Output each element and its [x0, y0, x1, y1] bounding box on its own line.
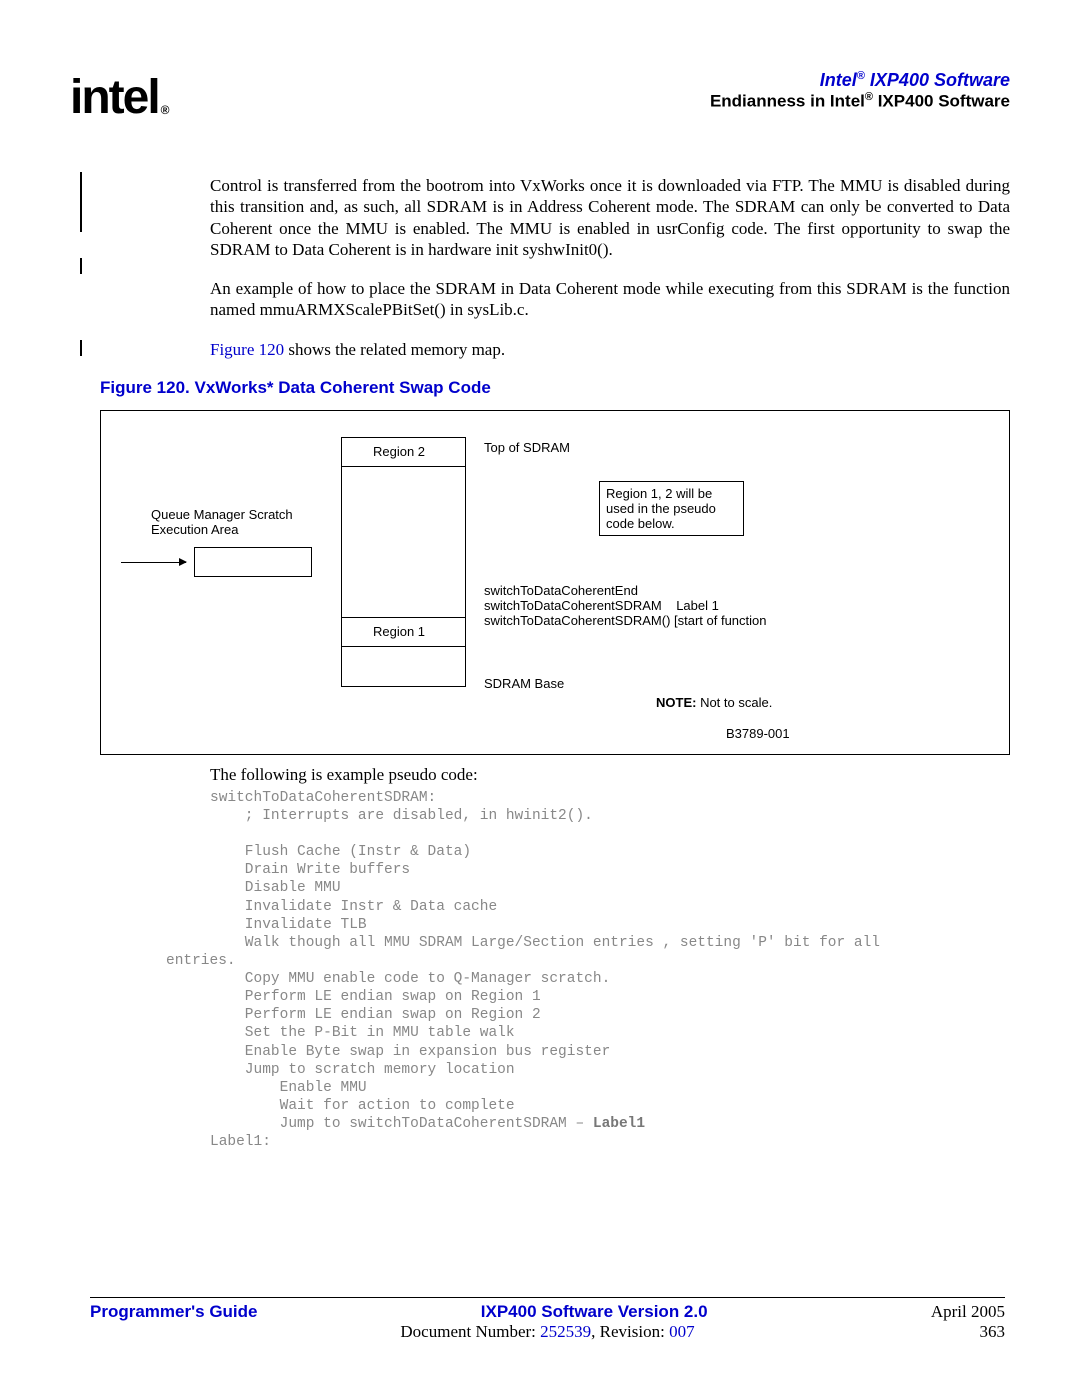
- scratch-box: [194, 547, 312, 577]
- footer-version-label: IXP400 Software Version 2.0: [481, 1302, 708, 1322]
- note-box: Region 1, 2 will be used in the pseudo c…: [599, 481, 744, 536]
- header-title: Intel® IXP400 Software: [710, 70, 1010, 91]
- pseudo-code-intro: The following is example pseudo code:: [210, 765, 1010, 785]
- change-bar: [80, 340, 82, 356]
- header-subtitle: Endianness in Intel® IXP400 Software: [710, 91, 1010, 112]
- figure-diagram: Region 2 Region 1 Queue Manager Scratch …: [100, 410, 1010, 755]
- footer-date: April 2005: [931, 1302, 1005, 1322]
- footer-row-2: Document Number: 252539, Revision: 007 3…: [90, 1322, 1005, 1342]
- diagram-id: B3789-001: [726, 726, 790, 741]
- switch-sdram-label: switchToDataCoherentSDRAM Label 1: [484, 598, 719, 613]
- top-sdram-label: Top of SDRAM: [484, 440, 570, 455]
- region1-label: Region 1: [373, 624, 425, 639]
- logo-reg: ®: [161, 103, 168, 117]
- figure-reference: Figure 120: [210, 340, 284, 359]
- paragraph-3: Figure 120 shows the related memory map.: [210, 339, 1010, 360]
- sdram-base-label: SDRAM Base: [484, 676, 564, 691]
- page-footer: Programmer's Guide IXP400 Software Versi…: [90, 1297, 1005, 1342]
- pseudo-code-block: switchToDataCoherentSDRAM: ; Interrupts …: [210, 789, 1010, 1152]
- arrow-icon: [121, 562, 186, 563]
- footer-guide-label: Programmer's Guide: [90, 1302, 258, 1322]
- switch-end-label: switchToDataCoherentEnd: [484, 583, 638, 598]
- page-number: 363: [980, 1322, 1006, 1342]
- logo-text: intel: [70, 71, 159, 124]
- change-bar: [80, 172, 82, 232]
- paragraph-1: Control is transferred from the bootrom …: [210, 175, 1010, 260]
- footer-row-1: Programmer's Guide IXP400 Software Versi…: [90, 1302, 1005, 1322]
- intel-logo: intel®: [70, 70, 166, 125]
- change-bar: [80, 258, 82, 274]
- queue-manager-label: Queue Manager Scratch Execution Area: [151, 507, 321, 537]
- sdram-column: [341, 437, 466, 687]
- region2-label: Region 2: [373, 444, 425, 459]
- paragraph-2: An example of how to place the SDRAM in …: [210, 278, 1010, 321]
- scale-note: NOTE: Not to scale.: [656, 695, 772, 710]
- switch-func-label: switchToDataCoherentSDRAM() [start of fu…: [484, 613, 767, 628]
- page-header: intel® Intel® IXP400 Software Endianness…: [70, 70, 1010, 125]
- header-right: Intel® IXP400 Software Endianness in Int…: [710, 70, 1010, 112]
- body-text: Control is transferred from the bootrom …: [210, 175, 1010, 360]
- figure-title: Figure 120. VxWorks* Data Coherent Swap …: [100, 378, 1010, 398]
